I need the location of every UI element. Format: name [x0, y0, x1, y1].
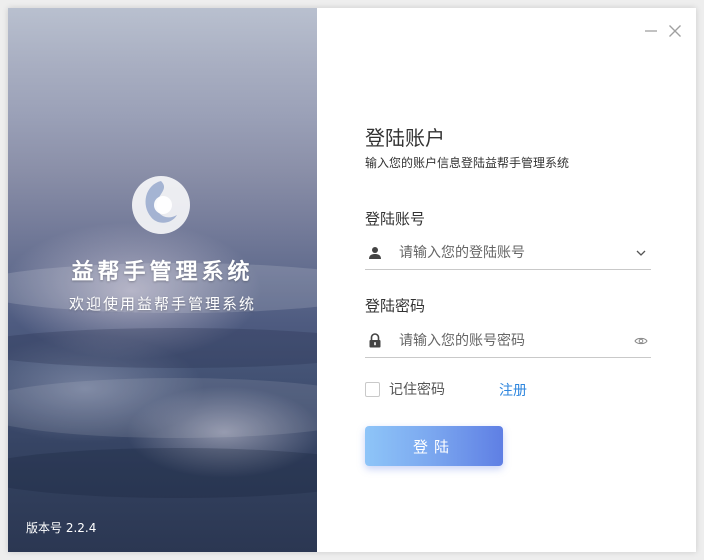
account-field [365, 236, 651, 270]
login-panel: 登陆账户 输入您的账户信息登陆益帮手管理系统 登陆账号 登陆密码 [317, 8, 696, 552]
lock-icon [367, 333, 383, 349]
remember-password: 记住密码 [365, 379, 445, 399]
background-wave [8, 378, 317, 438]
account-input[interactable] [397, 243, 633, 262]
login-window: 益帮手管理系统 欢迎使用益帮手管理系统 版本号 2.2.4 登陆账户 输入您的账… [8, 8, 696, 552]
login-button[interactable]: 登陆 [365, 426, 503, 466]
account-label: 登陆账号 [365, 210, 426, 228]
minimize-icon [645, 30, 657, 32]
register-link[interactable]: 注册 [499, 380, 527, 400]
app-logo-icon [131, 175, 191, 235]
brand-panel: 益帮手管理系统 欢迎使用益帮手管理系统 版本号 2.2.4 [8, 8, 317, 552]
login-subheading: 输入您的账户信息登陆益帮手管理系统 [365, 156, 570, 170]
eye-icon[interactable] [633, 333, 649, 349]
background-wave [8, 448, 317, 498]
remember-checkbox[interactable] [365, 381, 380, 397]
login-heading: 登陆账户 [365, 126, 445, 150]
app-subtitle: 欢迎使用益帮手管理系统 [68, 295, 256, 313]
remember-label: 记住密码 [389, 382, 445, 398]
password-input[interactable] [397, 331, 633, 350]
password-field [365, 324, 651, 358]
version-label: 版本号 2.2.4 [26, 521, 97, 535]
close-button[interactable] [666, 22, 684, 40]
app-title: 益帮手管理系统 [71, 260, 254, 285]
background-wave [8, 328, 317, 368]
user-icon [367, 245, 383, 261]
close-icon [669, 25, 681, 37]
minimize-button[interactable] [642, 22, 660, 40]
chevron-down-icon[interactable] [633, 245, 649, 261]
password-label: 登陆密码 [365, 297, 426, 315]
